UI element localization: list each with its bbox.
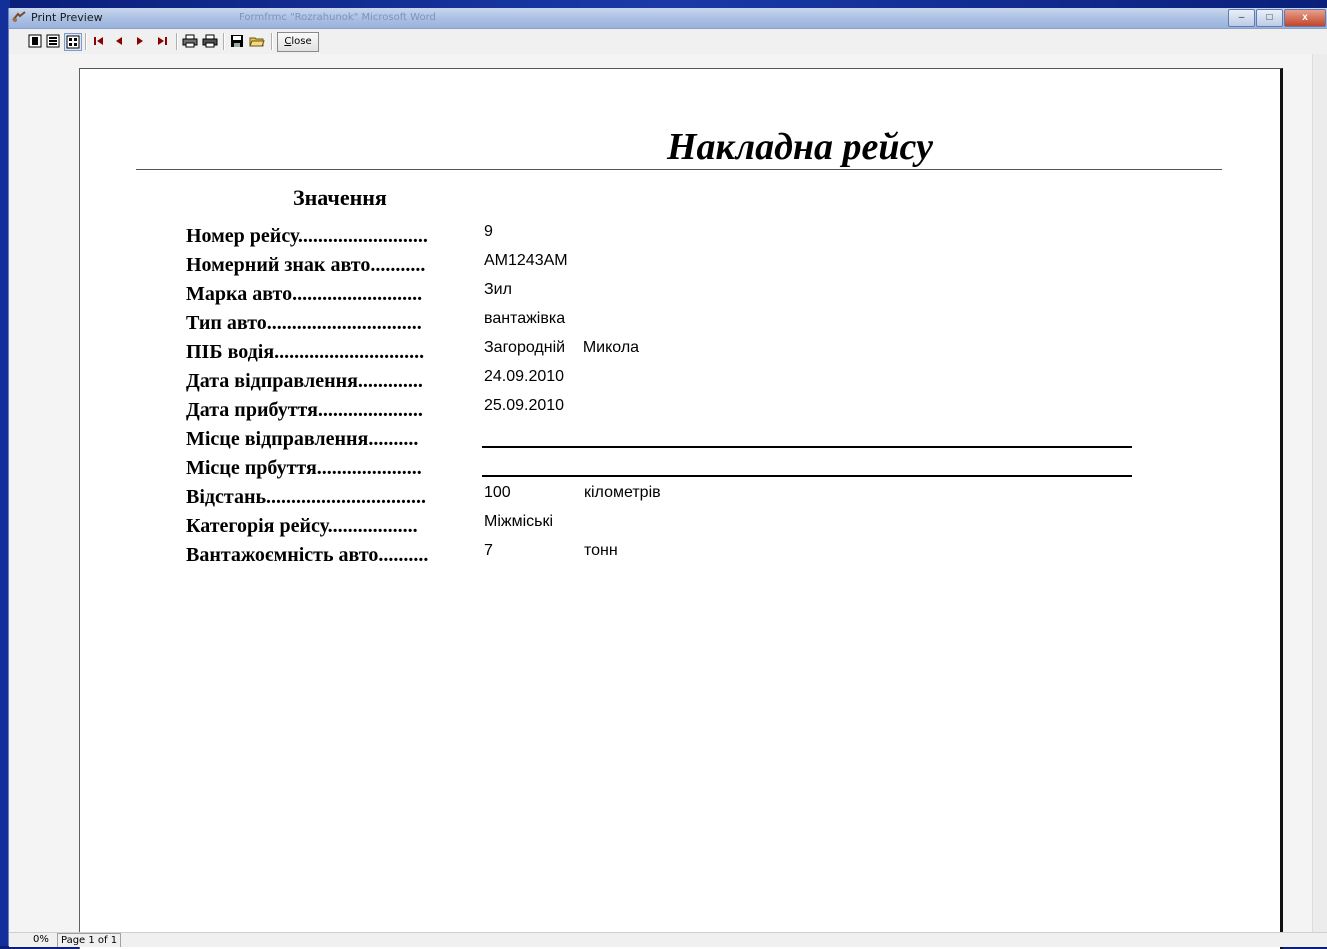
window-controls: – □ x bbox=[1227, 9, 1326, 27]
field-label: Номерний знак авто........... bbox=[186, 254, 426, 276]
first-page-icon[interactable] bbox=[91, 33, 107, 49]
field-row: Дата прибуття..................... 25.09.… bbox=[186, 397, 1186, 427]
background-window-title: Formfrmc "Rozrahunok" Microsoft Word bbox=[239, 12, 436, 23]
print-preview-window: Print Preview Formfrmc "Rozrahunok" Micr… bbox=[8, 8, 1327, 949]
field-label: Дата прибуття..................... bbox=[186, 399, 423, 421]
field-label: Відстань................................ bbox=[186, 486, 427, 508]
field-row: Тип авто............................... в… bbox=[186, 310, 1186, 340]
minimize-button[interactable]: – bbox=[1228, 9, 1255, 27]
field-label: Вантажоємність авто.......... bbox=[186, 544, 429, 566]
field-row: ПІБ водія.............................. З… bbox=[186, 339, 1186, 369]
field-unit: тонн bbox=[584, 542, 618, 559]
zoom-level: 0% bbox=[33, 934, 49, 945]
previous-page-icon[interactable] bbox=[111, 33, 127, 49]
close-window-button[interactable]: x bbox=[1284, 9, 1326, 27]
toolbar-separator bbox=[223, 33, 225, 50]
two-pages-icon[interactable] bbox=[45, 33, 61, 49]
field-unit: кілометрів bbox=[584, 484, 661, 501]
field-row: Дата відправлення............. 24.09.2010 bbox=[186, 368, 1186, 398]
field-label: Тип авто............................... bbox=[186, 312, 422, 334]
title-divider bbox=[136, 169, 1222, 170]
field-value: Міжміські bbox=[484, 513, 554, 530]
vertical-scrollbar[interactable] bbox=[1312, 54, 1327, 932]
maximize-button[interactable]: □ bbox=[1256, 9, 1283, 27]
window-title: Print Preview bbox=[31, 11, 103, 24]
field-value: 9 bbox=[484, 223, 493, 240]
field-value: Загородній Микола bbox=[484, 339, 640, 356]
multi-page-icon[interactable] bbox=[64, 33, 82, 51]
app-icon bbox=[12, 11, 26, 22]
close-label: lose bbox=[291, 36, 312, 47]
page-indicator: Page 1 of 1 bbox=[57, 933, 122, 947]
toolbar-separator bbox=[176, 33, 178, 50]
field-row: Марка авто.......................... Зил bbox=[186, 281, 1186, 311]
field-label: Номер рейсу.......................... bbox=[186, 225, 428, 247]
report-title: Накладна рейсу bbox=[667, 126, 933, 168]
blank-field-line bbox=[482, 446, 1132, 448]
field-value: Зил bbox=[484, 281, 512, 298]
field-row: Номер рейсу.......................... 9 bbox=[186, 223, 1186, 253]
print-setup-icon[interactable] bbox=[182, 33, 198, 49]
toolbar-separator bbox=[85, 33, 87, 50]
field-value: 25.09.2010 bbox=[484, 397, 565, 414]
field-label: Категорія рейсу.................. bbox=[186, 515, 418, 537]
field-row: Номерний знак авто........... АМ1243АМ bbox=[186, 252, 1186, 282]
blank-field-line bbox=[482, 475, 1132, 477]
field-label: ПІБ водія.............................. bbox=[186, 341, 425, 363]
preview-workspace[interactable]: Накладна рейсу Значення Номер рейсу.....… bbox=[9, 54, 1327, 949]
next-page-icon[interactable] bbox=[132, 33, 148, 49]
toolbar-separator bbox=[271, 33, 273, 50]
field-row: Вантажоємність авто.......... 7 тонн bbox=[186, 542, 1186, 572]
open-folder-icon[interactable] bbox=[249, 33, 265, 49]
print-icon[interactable] bbox=[202, 33, 218, 49]
field-row: Відстань................................… bbox=[186, 484, 1186, 514]
field-row: Місце прбуття..................... bbox=[186, 457, 1186, 485]
field-value: вантажівка bbox=[484, 310, 566, 327]
field-row: Категорія рейсу.................. Міжмісь… bbox=[186, 513, 1186, 543]
last-page-icon[interactable] bbox=[154, 33, 170, 49]
title-bar[interactable]: Print Preview Formfrmc "Rozrahunok" Micr… bbox=[9, 8, 1327, 29]
status-bar: 0% Page 1 of 1 bbox=[9, 932, 1327, 947]
one-page-icon[interactable] bbox=[27, 33, 43, 49]
close-preview-button[interactable]: Close bbox=[277, 32, 319, 52]
field-label: Марка авто.......................... bbox=[186, 283, 423, 305]
section-heading: Значення bbox=[293, 185, 387, 210]
field-value: 7 bbox=[484, 542, 493, 559]
field-value: АМ1243АМ bbox=[484, 252, 568, 269]
save-icon[interactable] bbox=[229, 33, 245, 49]
field-value: 24.09.2010 bbox=[484, 368, 565, 385]
field-label: Дата відправлення............. bbox=[186, 370, 423, 392]
field-value: 100 bbox=[484, 484, 511, 501]
field-row: Місце відправлення.......... bbox=[186, 428, 1186, 456]
field-label: Місце прбуття..................... bbox=[186, 457, 422, 479]
field-label: Місце відправлення.......... bbox=[186, 428, 419, 450]
toolbar: Close bbox=[9, 29, 1327, 55]
report-page: Накладна рейсу Значення Номер рейсу.....… bbox=[79, 68, 1283, 949]
